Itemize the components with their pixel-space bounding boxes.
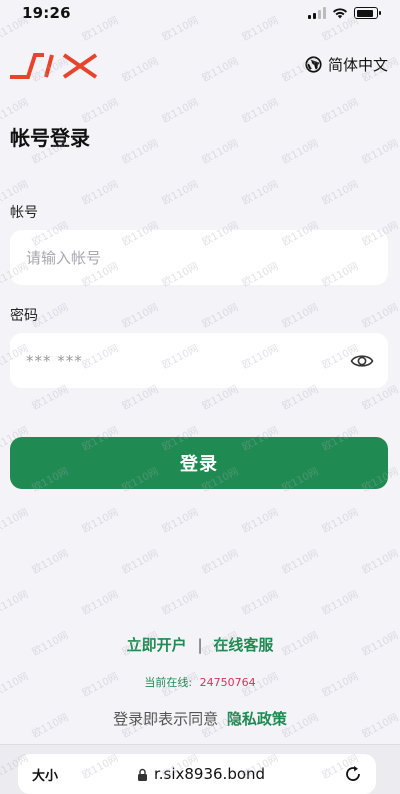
online-counter: 当前在线: 24750764	[0, 674, 400, 690]
watermark: 欧110网	[80, 589, 121, 618]
watermark: 欧110网	[240, 179, 281, 208]
watermark: 欧110网	[120, 548, 161, 577]
watermark: 欧110网	[240, 507, 281, 536]
watermark: 欧110网	[320, 179, 361, 208]
watermark: 欧110网	[280, 138, 321, 167]
watermark: 欧110网	[80, 97, 121, 126]
online-count: 24750764	[199, 676, 256, 689]
watermark: 欧110网	[120, 302, 161, 331]
watermark: 欧110网	[360, 548, 400, 577]
watermark: 欧110网	[160, 179, 201, 208]
browser-toolbar: 大小 r.six8936.bond	[0, 744, 400, 794]
watermark: 欧110网	[320, 97, 361, 126]
privacy-link[interactable]: 隐私政策	[227, 710, 287, 728]
watermark: 欧110网	[0, 589, 31, 618]
watermark: 欧110网	[160, 507, 201, 536]
status-bar: 19:26	[0, 0, 400, 26]
language-label: 简体中文	[327, 56, 388, 74]
watermark: 欧110网	[80, 507, 121, 536]
password-input[interactable]	[10, 333, 388, 388]
url-display[interactable]: r.six8936.bond	[137, 765, 265, 783]
watermark: 欧110网	[0, 97, 31, 126]
status-icons	[308, 7, 381, 19]
cellular-signal-icon	[308, 7, 326, 19]
status-time: 19:26	[22, 4, 71, 22]
login-button[interactable]: 登录	[10, 437, 388, 489]
watermark: 欧110网	[160, 97, 201, 126]
watermark: 欧110网	[80, 179, 121, 208]
wifi-icon	[333, 8, 347, 19]
globe-icon	[305, 56, 322, 73]
reload-icon[interactable]	[344, 765, 362, 783]
account-label: 帐号	[10, 205, 38, 221]
register-link[interactable]: 立即开户	[127, 636, 187, 654]
app-header: 简体中文	[0, 48, 400, 84]
account-input[interactable]	[10, 230, 388, 285]
watermark: 欧110网	[360, 138, 400, 167]
battery-icon	[354, 7, 381, 19]
page-title: 帐号登录	[10, 126, 90, 150]
watermark: 欧110网	[280, 548, 321, 577]
lock-icon	[137, 768, 147, 781]
language-switcher[interactable]: 简体中文	[305, 54, 388, 75]
watermark: 欧110网	[320, 507, 361, 536]
online-label: 当前在线:	[144, 676, 193, 689]
privacy-agreement: 登录即表示同意 隐私政策	[0, 708, 400, 729]
address-bar[interactable]: 大小 r.six8936.bond	[18, 754, 376, 794]
watermark: 欧110网	[320, 589, 361, 618]
support-link[interactable]: 在线客服	[213, 636, 273, 654]
password-label: 密码	[10, 308, 38, 324]
watermark: 欧110网	[360, 302, 400, 331]
text-size-button[interactable]: 大小	[32, 765, 58, 784]
watermark: 欧110网	[240, 589, 281, 618]
watermark: 欧110网	[160, 589, 201, 618]
link-separator: |	[197, 636, 203, 654]
watermark: 欧110网	[240, 97, 281, 126]
url-text: r.six8936.bond	[153, 765, 266, 783]
eye-icon[interactable]	[350, 351, 374, 371]
watermark: 欧110网	[30, 548, 71, 577]
watermark: 欧110网	[0, 507, 31, 536]
footer-links: 立即开户 | 在线客服	[0, 634, 400, 655]
watermark: 欧110网	[280, 302, 321, 331]
six-logo	[10, 53, 98, 79]
watermark: 欧110网	[200, 138, 241, 167]
watermark: 欧110网	[120, 138, 161, 167]
watermark: 欧110网	[200, 548, 241, 577]
agree-text: 登录即表示同意	[113, 710, 219, 728]
watermark: 欧110网	[200, 302, 241, 331]
